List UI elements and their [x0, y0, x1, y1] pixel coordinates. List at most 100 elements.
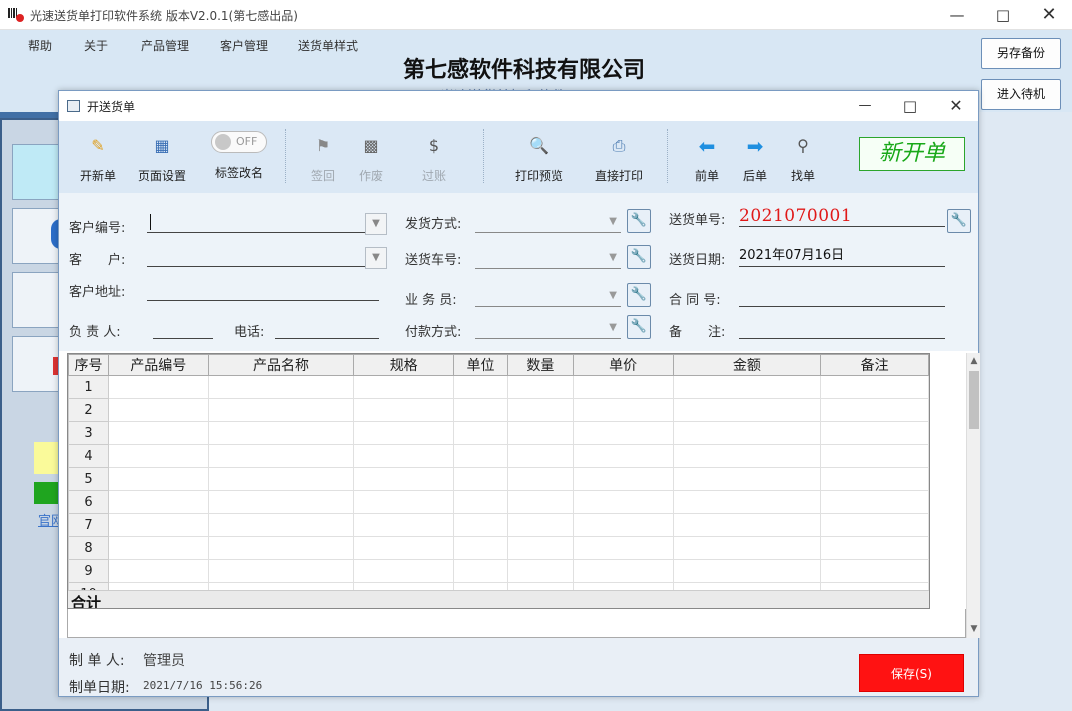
table-cell[interactable] — [506, 513, 574, 537]
column-header[interactable]: 产品名称 — [207, 354, 355, 376]
table-cell[interactable] — [207, 490, 355, 514]
table-cell[interactable] — [672, 536, 822, 560]
table-cell[interactable] — [453, 421, 508, 445]
table-cell[interactable] — [453, 467, 508, 491]
table-cell[interactable] — [506, 490, 574, 514]
column-header[interactable]: 序号 — [68, 354, 109, 376]
contract-field[interactable] — [739, 285, 945, 307]
table-cell[interactable] — [672, 398, 822, 422]
table-row[interactable]: 6 — [68, 490, 929, 514]
table-cell[interactable] — [107, 513, 209, 537]
contact-field[interactable] — [153, 317, 213, 339]
date-field[interactable]: 2021年07月16日 — [739, 245, 945, 267]
table-cell[interactable] — [572, 536, 674, 560]
close-icon[interactable]: ✕ — [1026, 0, 1072, 30]
label-toggle-switch[interactable]: OFF — [211, 131, 267, 153]
table-row[interactable]: 7 — [68, 513, 929, 537]
table-row[interactable]: 2 — [68, 398, 929, 422]
sign-back-button[interactable]: ⚑ 签回 — [303, 129, 343, 189]
table-cell[interactable] — [572, 490, 674, 514]
table-cell[interactable] — [572, 467, 674, 491]
table-row[interactable]: 5 — [68, 467, 929, 491]
table-cell[interactable] — [506, 467, 574, 491]
column-header[interactable]: 规格 — [353, 354, 455, 376]
table-cell[interactable] — [207, 513, 355, 537]
remark-field[interactable] — [739, 317, 945, 339]
minimize-icon[interactable]: — — [934, 0, 980, 30]
table-cell[interactable] — [672, 421, 822, 445]
table-cell[interactable] — [453, 375, 508, 399]
table-cell[interactable] — [572, 421, 674, 445]
maximize-icon[interactable]: □ — [980, 0, 1026, 30]
table-cell[interactable] — [353, 513, 455, 537]
table-cell[interactable] — [207, 559, 355, 583]
previous-order-button[interactable]: ⬅ 前单 — [687, 129, 727, 189]
table-cell[interactable] — [107, 490, 209, 514]
table-cell[interactable] — [207, 375, 355, 399]
phone-field[interactable] — [275, 317, 379, 339]
menu-about[interactable]: 关于 — [84, 37, 108, 54]
standby-button[interactable]: 进入待机 — [981, 79, 1061, 110]
table-cell[interactable] — [353, 375, 455, 399]
table-cell[interactable] — [453, 559, 508, 583]
save-backup-button[interactable]: 另存备份 — [981, 38, 1061, 69]
menu-help[interactable]: 帮助 — [28, 37, 52, 54]
table-cell[interactable] — [353, 444, 455, 468]
table-cell[interactable] — [572, 444, 674, 468]
table-cell[interactable] — [572, 513, 674, 537]
table-cell[interactable] — [453, 444, 508, 468]
salesman-wrench-icon[interactable]: 🔧 — [627, 283, 651, 307]
dialog-minimize-icon[interactable]: — — [842, 91, 888, 121]
table-row[interactable]: 8 — [68, 536, 929, 560]
table-cell[interactable] — [506, 398, 574, 422]
table-cell[interactable] — [353, 490, 455, 514]
table-cell[interactable] — [107, 398, 209, 422]
table-cell[interactable] — [820, 375, 929, 399]
post-button[interactable]: $ 过账 — [414, 129, 454, 189]
menu-delivery-style[interactable]: 送货单样式 — [298, 37, 358, 54]
dialog-maximize-icon[interactable]: □ — [887, 91, 933, 121]
table-row[interactable]: 1 — [68, 375, 929, 399]
rename-labels-button[interactable]: OFF 标签改名 — [207, 129, 271, 189]
table-cell[interactable] — [820, 421, 929, 445]
table-cell[interactable] — [353, 398, 455, 422]
scrollbar-thumb[interactable] — [969, 371, 979, 429]
column-header[interactable]: 产品编号 — [107, 354, 209, 376]
table-cell[interactable] — [820, 536, 929, 560]
table-cell[interactable] — [207, 444, 355, 468]
vehicle-combo[interactable]: ▼ — [475, 247, 621, 269]
payment-combo[interactable]: ▼ — [475, 317, 621, 339]
address-field[interactable] — [147, 279, 379, 301]
table-cell[interactable] — [353, 559, 455, 583]
menu-customers[interactable]: 客户管理 — [220, 37, 268, 54]
table-cell[interactable] — [107, 559, 209, 583]
order-no-wrench-icon[interactable]: 🔧 — [947, 209, 971, 233]
table-cell[interactable] — [207, 398, 355, 422]
next-order-button[interactable]: ➡ 后单 — [735, 129, 775, 189]
table-cell[interactable] — [672, 444, 822, 468]
new-order-button[interactable]: ✎ 开新单 — [73, 129, 123, 189]
table-cell[interactable] — [453, 398, 508, 422]
table-cell[interactable] — [453, 513, 508, 537]
left-tile[interactable] — [12, 144, 60, 200]
scroll-up-icon[interactable]: ▲ — [968, 355, 980, 367]
page-setup-button[interactable]: ▦ 页面设置 — [133, 129, 191, 189]
table-row[interactable]: 9 — [68, 559, 929, 583]
table-cell[interactable] — [453, 536, 508, 560]
table-cell[interactable] — [107, 467, 209, 491]
column-header[interactable]: 单位 — [453, 354, 508, 376]
table-cell[interactable] — [572, 559, 674, 583]
table-cell[interactable] — [207, 467, 355, 491]
table-cell[interactable] — [672, 513, 822, 537]
customer-combo[interactable]: ▼ — [147, 245, 387, 269]
column-header[interactable]: 金额 — [672, 354, 822, 376]
table-cell[interactable] — [672, 375, 822, 399]
scroll-down-icon[interactable]: ▼ — [968, 623, 980, 635]
customer-no-combo[interactable]: ▼ — [147, 211, 387, 235]
column-header[interactable]: 备注 — [820, 354, 929, 376]
print-preview-button[interactable]: 🔍 打印预览 — [507, 129, 571, 189]
ship-method-combo[interactable]: ▼ — [475, 211, 621, 233]
table-cell[interactable] — [572, 398, 674, 422]
table-cell[interactable] — [820, 559, 929, 583]
table-cell[interactable] — [353, 536, 455, 560]
